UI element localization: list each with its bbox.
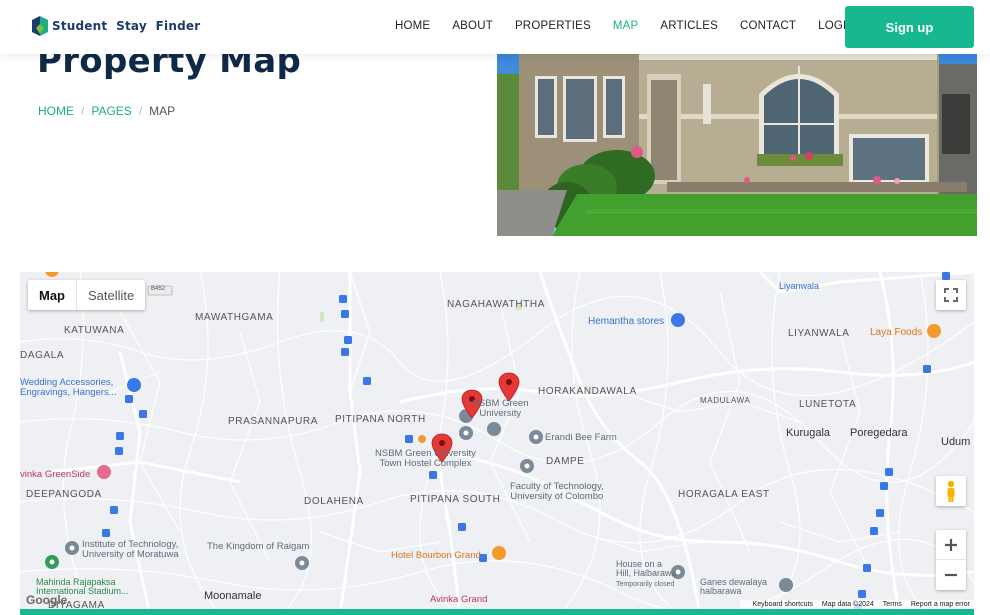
place-label[interactable]: NSBM Green University Town Hostel Complex (375, 449, 476, 469)
shop-icon (127, 378, 141, 392)
restaurant-icon (927, 324, 941, 338)
road-shield-label: B452 (151, 286, 166, 292)
place-label[interactable]: Hotel Bourbon Grand (391, 550, 481, 561)
map-area-label: NAGAHAWATHTHA (447, 299, 545, 310)
keyboard-shortcuts-link[interactable]: Keyboard shortcuts (753, 601, 813, 608)
place-label[interactable]: vinka GreenSide (20, 469, 90, 480)
breadcrumb-current: MAP (149, 104, 176, 118)
hero-house-image (497, 54, 977, 236)
place-label[interactable]: Faculty of Technology, University of Colo… (510, 482, 604, 502)
place-label[interactable]: Laya Foods (870, 327, 922, 338)
map-type-control: Map Satellite (28, 280, 146, 310)
map-area-label: HORAKANDAWALA (538, 386, 637, 397)
place-label[interactable]: House on a Hill, Halbarawa Temporarily clo… (616, 559, 677, 588)
page-bottom-strip (20, 609, 974, 615)
map-area-label: PRASANNAPURA (228, 416, 318, 427)
minus-icon (945, 573, 957, 577)
street-view-button[interactable] (936, 476, 966, 506)
place-label[interactable]: The Kingdom of Raigam (207, 542, 309, 552)
place-label: Poregedara (850, 427, 908, 439)
map-area-label: KATUWANA (64, 325, 125, 336)
nav-map[interactable]: MAP (613, 20, 639, 32)
breadcrumb: HOME / PAGES / MAP (38, 104, 175, 118)
signup-button[interactable]: Sign up (845, 6, 974, 48)
map-area-label: LUNETOTA (799, 399, 857, 410)
zoom-out-button[interactable] (936, 560, 966, 590)
terms-link[interactable]: Terms (883, 601, 902, 608)
map-area-label: LIYANWALA (788, 328, 850, 339)
map-area-label: MADULAWA (700, 396, 751, 405)
place-label[interactable]: Hemantha stores (588, 316, 664, 327)
map-area-label: DOLAHENA (304, 496, 364, 507)
place-label: Moonamale (204, 590, 262, 602)
breadcrumb-separator: / (138, 104, 143, 118)
site-header: Student Stay Finder HOME ABOUT PROPERTIE… (0, 0, 990, 54)
nav-home[interactable]: HOME (395, 20, 430, 32)
property-map[interactable]: NAGAHAWATHTHA MAWATHGAMA KATUWANA DAGALA… (20, 272, 974, 615)
map-area-label: HORAGALA EAST (678, 489, 770, 500)
zoom-in-button[interactable] (936, 530, 966, 560)
place-label[interactable]: Erandi Bee Farm (545, 433, 617, 443)
place-label[interactable]: Institute of Technology, University of Mo… (82, 540, 179, 560)
map-area-label: DEEPANGODA (26, 489, 102, 500)
report-map-error-link[interactable]: Report a map error (911, 601, 970, 608)
hotel-icon (492, 546, 506, 560)
nav-properties[interactable]: PROPERTIES (515, 20, 591, 32)
fullscreen-button[interactable] (936, 280, 966, 310)
map-type-satellite-button[interactable]: Satellite (77, 280, 145, 310)
place-label[interactable]: Ganes dewalaya halbarawa (700, 577, 767, 597)
brand-logo[interactable]: Student Stay Finder (30, 14, 200, 38)
fullscreen-icon (944, 288, 958, 302)
place-label: Kurugala (786, 427, 831, 439)
map-area-label: MAWATHGAMA (195, 312, 274, 323)
map-area-label: DAMPE (546, 456, 585, 467)
place-label[interactable]: Wedding Accessories, Engravings, Hangers.… (20, 377, 117, 399)
zoom-control (936, 530, 966, 590)
breadcrumb-separator: / (81, 104, 85, 118)
breadcrumb-pages[interactable]: PAGES (91, 104, 131, 118)
shop-icon (671, 313, 685, 327)
nav-contact[interactable]: CONTACT (740, 20, 796, 32)
plus-icon (945, 538, 957, 551)
place-label: Liyanwala (779, 281, 820, 291)
map-footer: Keyboard shortcuts Map data ©2024 Terms … (739, 600, 974, 609)
main-nav: HOME ABOUT PROPERTIES MAP ARTICLES CONTA… (395, 20, 877, 32)
map-area-label: DAGALA (20, 350, 65, 361)
logo-mark-icon (30, 14, 50, 38)
map-roads (20, 272, 974, 615)
nav-about[interactable]: ABOUT (452, 20, 493, 32)
place-label: Udum (941, 436, 971, 448)
google-logo: Google (26, 593, 68, 607)
map-area-label: PITIPANA SOUTH (410, 494, 501, 505)
place-label[interactable]: Avinka Grand (430, 594, 487, 605)
lodging-icon (97, 465, 111, 479)
pegman-icon (947, 480, 955, 502)
brand-name: Student Stay Finder (52, 18, 201, 33)
map-data-credit: Map data ©2024 (821, 601, 874, 608)
nav-articles[interactable]: ARTICLES (660, 20, 718, 32)
breadcrumb-home[interactable]: HOME (38, 104, 74, 118)
place-label[interactable]: NSBM Green University (472, 399, 529, 419)
map-type-map-button[interactable]: Map (28, 280, 77, 310)
map-area-label: PITIPANA NORTH (335, 414, 426, 425)
